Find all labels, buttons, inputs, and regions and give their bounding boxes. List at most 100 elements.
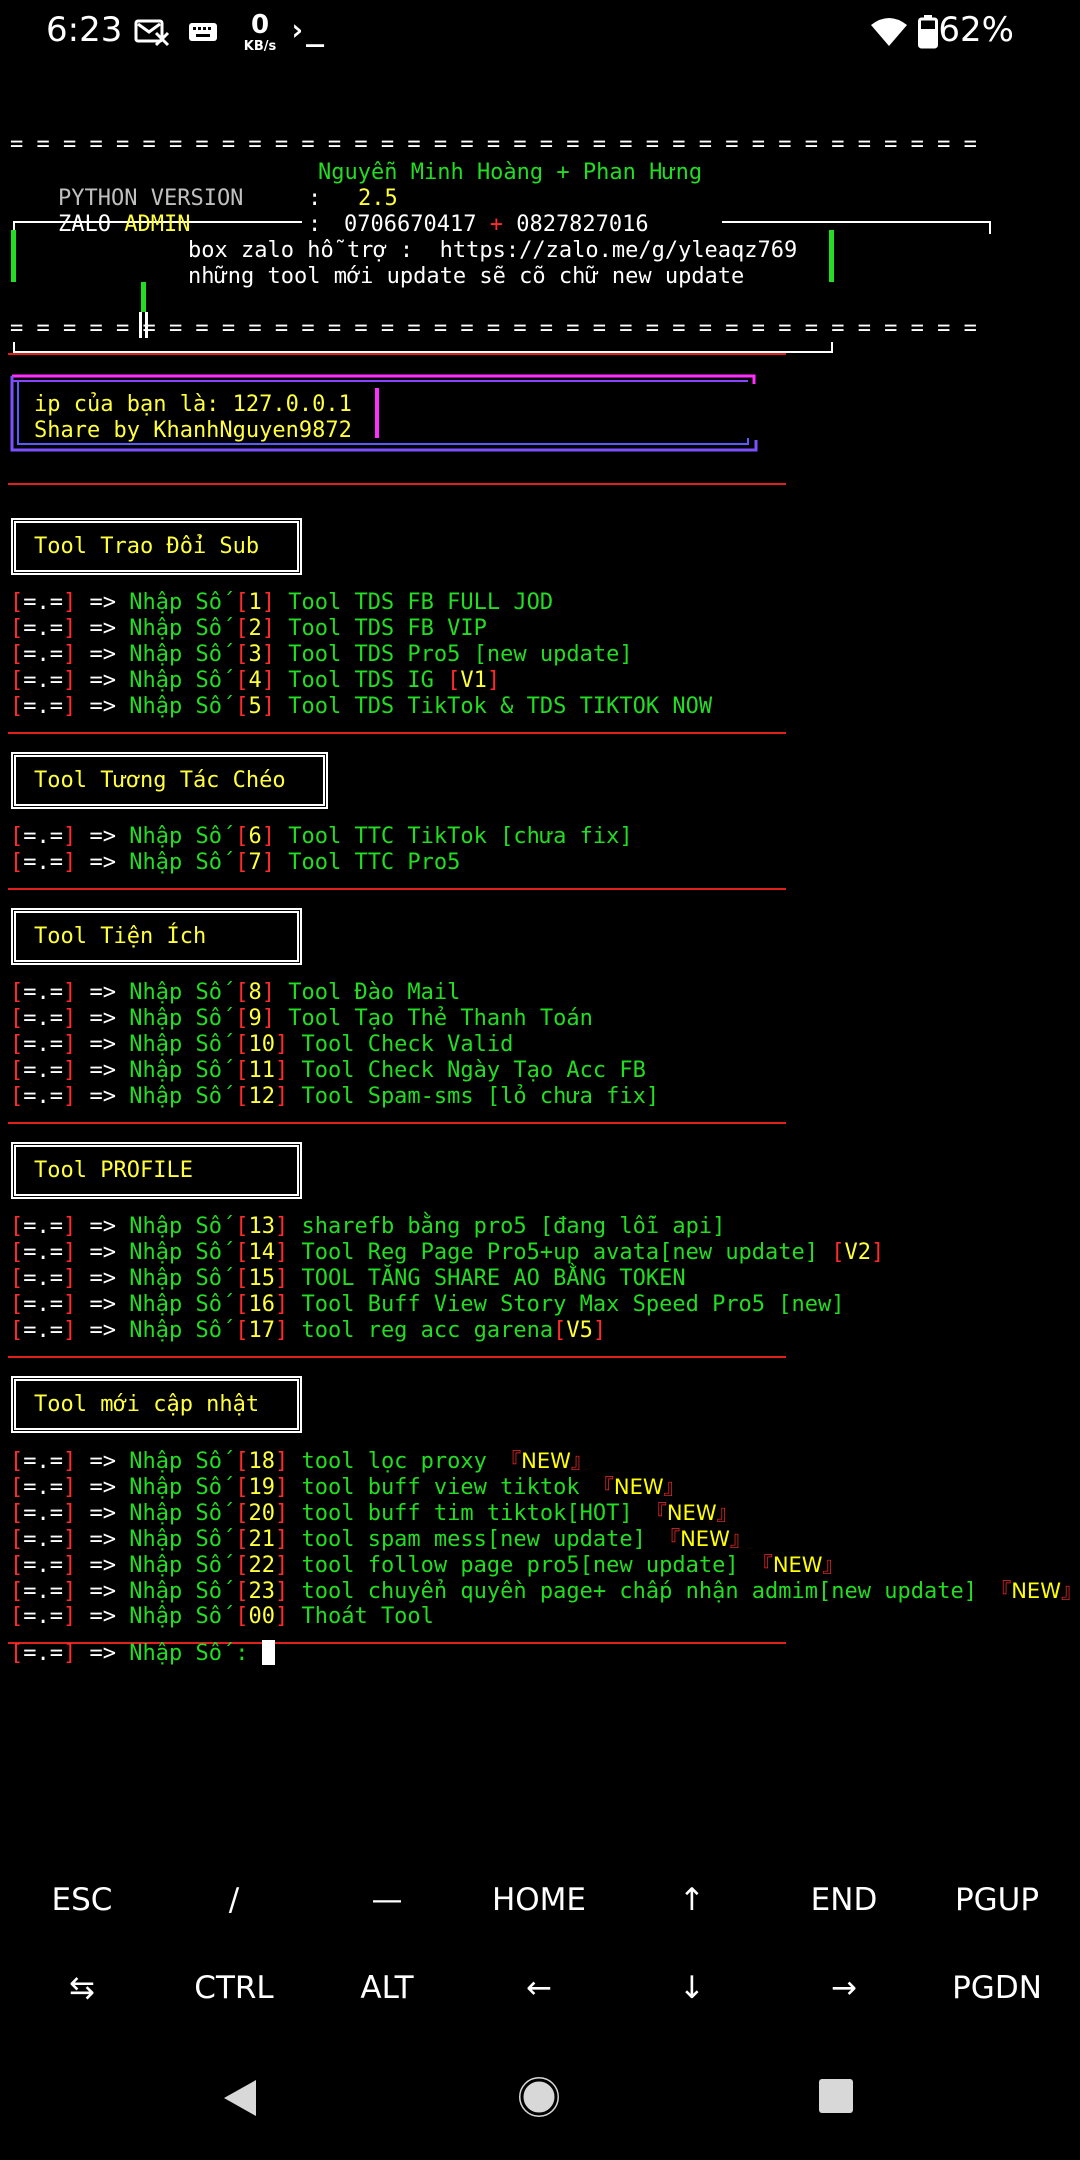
prefix-close: ] — [63, 1292, 77, 1317]
nhap-so-label: Nhập Số — [129, 824, 222, 849]
network-speed-value: 0 — [250, 10, 270, 40]
menu-item[interactable]: [=.=] => Nhập Số [23] tool chuyển quyền … — [10, 1578, 1080, 1604]
prefix-open: [ — [10, 1006, 24, 1031]
menu-item-number: 9 — [248, 1006, 262, 1031]
key-row1-0[interactable]: ESC — [5, 1856, 159, 1944]
bracket-close: ] — [274, 1579, 289, 1604]
bracket-open: [ — [235, 642, 249, 667]
key-row2-3[interactable]: ← — [462, 1944, 616, 2032]
prefix-close: ] — [63, 590, 77, 615]
menu-item[interactable]: [=.=] => Nhập Số [4] Tool TDS IG [V1] — [10, 668, 500, 694]
home-icon[interactable] — [516, 2074, 562, 2120]
menu-item[interactable]: [=.=] => Nhập Số [16] Tool Buff View Sto… — [10, 1292, 845, 1318]
key-row1-4[interactable]: ↑ — [615, 1856, 769, 1944]
share-line: Share by KhanhNguyen9872 — [34, 418, 352, 443]
prefix-mid: =.= — [23, 642, 63, 667]
section-title: Tool Tiện Ích — [34, 924, 207, 949]
menu-item-number: 1 — [248, 590, 262, 615]
menu-item-label: tool buff view tiktok — [301, 1475, 593, 1500]
text-cursor[interactable] — [261, 1640, 275, 1665]
menu-item[interactable]: [=.=] => Nhập Số [7] Tool TTC Pro5 — [10, 850, 460, 876]
bracket-open: [ — [235, 590, 249, 615]
nhap-so-label: Nhập Số — [129, 1214, 222, 1239]
key-row2-6[interactable]: PGDN — [920, 1944, 1074, 2032]
menu-item[interactable]: [=.=] => Nhập Số [20] tool buff tim tikt… — [10, 1500, 738, 1526]
menu-item[interactable]: [=.=] => Nhập Số [17] tool reg acc garen… — [10, 1318, 606, 1344]
key-row2-4[interactable]: ↓ — [615, 1944, 769, 2032]
key-row2-1[interactable]: CTRL — [157, 1944, 311, 2032]
bracket-close: ] — [261, 642, 275, 667]
bracket-open: [ — [235, 1032, 249, 1057]
recents-icon[interactable] — [816, 2076, 856, 2116]
menu-item[interactable]: [=.=] => Nhập Số [18] tool lọc proxy 『NE… — [10, 1448, 592, 1474]
menu-item-number: 18 — [248, 1449, 275, 1474]
bracket-close: ] — [274, 1058, 289, 1083]
back-icon[interactable] — [220, 2076, 260, 2120]
key-row2-5[interactable]: → — [767, 1944, 921, 2032]
prefix-close: ] — [63, 1449, 77, 1474]
bracket-open: [ — [235, 1553, 249, 1578]
zalo-label: ZALO — [58, 212, 111, 237]
new-bracket-close: 』 — [822, 1553, 844, 1577]
menu-item-number: 10 — [248, 1032, 275, 1057]
menu-item[interactable]: [=.=] => Nhập Số [21] tool spam mess[new… — [10, 1526, 751, 1552]
arrow: => — [89, 980, 117, 1005]
menu-item-number: 21 — [248, 1527, 275, 1552]
arrow: => — [89, 1240, 117, 1265]
menu-item[interactable]: [=.=] => Nhập Số [10] Tool Check Valid — [10, 1032, 513, 1058]
prefix-close: ] — [63, 1501, 77, 1526]
version-tag: V1 — [460, 668, 487, 693]
key-row1-2[interactable]: — — [310, 1856, 464, 1944]
menu-item[interactable]: [=.=] => Nhập Số [3] Tool TDS Pro5 [new … — [10, 642, 633, 668]
arrow: => — [89, 1006, 117, 1031]
arrow: => — [89, 1579, 117, 1604]
menu-item-label: tool lọc proxy — [301, 1449, 501, 1474]
menu-item[interactable]: [=.=] => Nhập Số [14] Tool Reg Page Pro5… — [10, 1240, 884, 1266]
menu-item[interactable]: [=.=] => Nhập Số [00] Thoát Tool — [10, 1604, 434, 1630]
prefix-open: [ — [10, 1579, 24, 1604]
terminal-output[interactable]: = = = = = = = = = = = = = = = = = = = = … — [0, 120, 1080, 1820]
key-row1-5[interactable]: END — [767, 1856, 921, 1944]
menu-item[interactable]: [=.=] => Nhập Số [1] Tool TDS FB FULL JO… — [10, 590, 553, 616]
prefix-mid: =.= — [23, 1318, 63, 1343]
prompt-text: Nhập Số : — [129, 1641, 249, 1666]
key-row2-2[interactable]: ALT — [310, 1944, 464, 2032]
key-row1-6[interactable]: PGUP — [920, 1856, 1074, 1944]
prefix-mid: =.= — [23, 616, 63, 641]
menu-item[interactable]: [=.=] => Nhập Số [11] Tool Check Ngày Tạ… — [10, 1058, 646, 1084]
bracket-close: ] — [261, 980, 275, 1005]
menu-item[interactable]: [=.=] => Nhập Số [5] Tool TDS TikTok & T… — [10, 694, 712, 720]
prefix-mid: =.= — [23, 1475, 63, 1500]
key-row1-1[interactable]: / — [157, 1856, 311, 1944]
new-bracket-open: 『 — [592, 1475, 614, 1499]
menu-item[interactable]: [=.=] => Nhập Số [22] tool follow page p… — [10, 1552, 844, 1578]
network-speed: 0 KB/s — [240, 12, 280, 53]
menu-item[interactable]: [=.=] => Nhập Số [13] sharefb bằng pro5 … — [10, 1214, 725, 1240]
menu-item[interactable]: [=.=] => Nhập Số [15] TOOL TĂNG SHARE AO… — [10, 1266, 686, 1292]
prefix-open: [ — [10, 1604, 24, 1629]
nhap-so-label: Nhập Số — [129, 1475, 222, 1500]
menu-item-label: tool follow page pro5[new update] — [301, 1553, 752, 1578]
key-row1-3[interactable]: HOME — [462, 1856, 616, 1944]
menu-item[interactable]: [=.=] => Nhập Số [9] Tool Tạo Thẻ Thanh … — [10, 1006, 593, 1032]
section-title: Tool mới cập nhật — [34, 1392, 260, 1417]
bracket-open: [ — [235, 616, 249, 641]
prefix-close: ] — [63, 1553, 77, 1578]
input-prompt[interactable]: [=.=] => Nhập Số : — [10, 1640, 275, 1666]
prefix-mid: =.= — [23, 850, 63, 875]
menu-item[interactable]: [=.=] => Nhập Số [6] Tool TTC TikTok [ch… — [10, 824, 633, 850]
menu-item[interactable]: [=.=] => Nhập Số [12] Tool Spam-sms [lỏ … — [10, 1084, 659, 1110]
key-row2-0[interactable]: ⇆ — [5, 1944, 159, 2032]
menu-item[interactable]: [=.=] => Nhập Số [8] Tool Đào Mail — [10, 980, 460, 1006]
menu-item[interactable]: [=.=] => Nhập Số [19] tool buff view tik… — [10, 1474, 685, 1500]
new-bracket-close: 』 — [663, 1475, 685, 1499]
new-bracket-close: 』 — [729, 1527, 751, 1551]
arrow: => — [89, 590, 117, 615]
menu-item[interactable]: [=.=] => Nhập Số [2] Tool TDS FB VIP — [10, 616, 487, 642]
prefix-mid: =.= — [23, 980, 63, 1005]
prefix-open: [ — [10, 1553, 24, 1578]
bracket-open: [ — [235, 980, 249, 1005]
bracket-open: [ — [235, 1084, 249, 1109]
menu-item-label: tool spam mess[new update] — [301, 1527, 660, 1552]
prefix-mid: =.= — [23, 1527, 63, 1552]
